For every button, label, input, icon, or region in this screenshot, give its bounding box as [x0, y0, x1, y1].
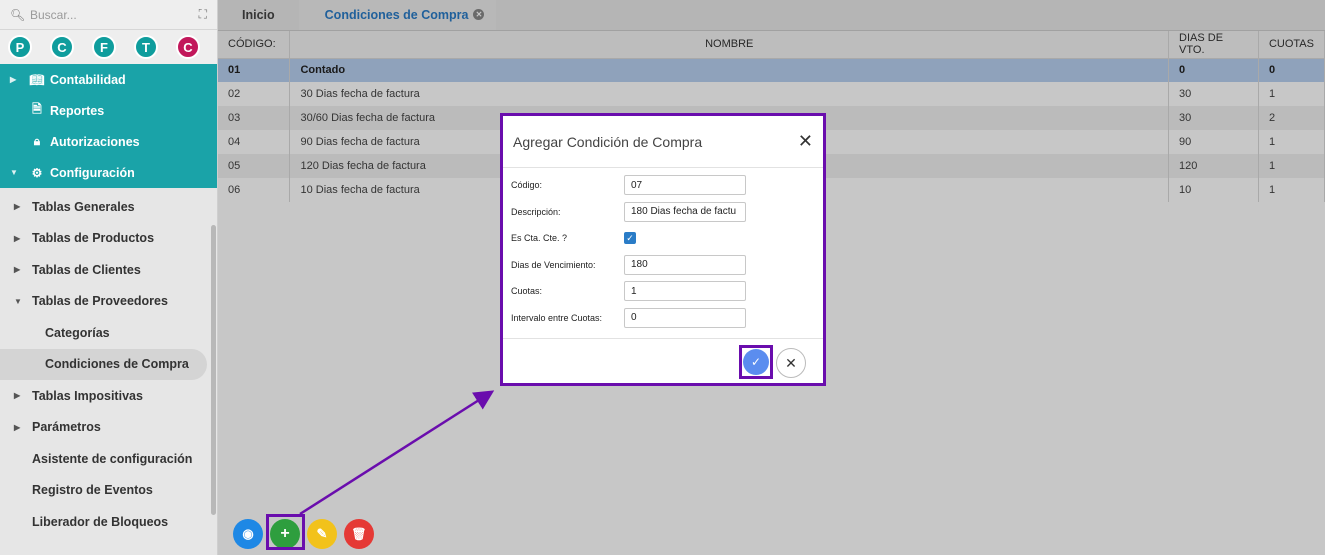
menu-categorias[interactable]: Categorías	[0, 317, 217, 349]
form-row-descripcion: Descripción:	[503, 199, 823, 226]
menu-label: Tablas de Proveedores	[32, 294, 168, 309]
menu-tablas-impositivas[interactable]: ▶ Tablas Impositivas	[0, 380, 217, 412]
form-row-codigo: Código:	[503, 172, 823, 199]
main-modules: ▶ 📖︎ Contabilidad 🗎 Reportes 🔒︎ Autoriza…	[0, 64, 217, 188]
menu-tablas-clientes[interactable]: ▶ Tablas de Clientes	[0, 254, 217, 286]
cta-cte-label: Es Cta. Cte. ?	[511, 233, 568, 244]
dias-label: Dias de Vencimiento:	[511, 259, 596, 270]
dialog-title: Agregar Condición de Compra	[513, 133, 703, 150]
codigo-label: Código:	[511, 180, 543, 191]
menu-label: Tablas de Productos	[32, 231, 155, 246]
intervalo-label: Intervalo entre Cuotas:	[511, 312, 603, 323]
chevron-right-icon: ▶	[14, 391, 21, 401]
check-icon: ✓	[743, 349, 769, 375]
descripcion-label: Descripción:	[511, 206, 561, 217]
menu-tablas-proveedores[interactable]: ▼ Tablas de Proveedores	[0, 286, 217, 318]
chevron-down-icon: ▼	[10, 168, 18, 177]
book-icon: 📖︎	[29, 72, 45, 87]
menu-label: Condiciones de Compra	[45, 357, 189, 372]
delete-button[interactable]: 🗑︎	[344, 519, 374, 549]
sidebar: 🔍︎ Buscar... ⛶ P C F T C ▶ 📖︎ Contabilid…	[0, 0, 218, 555]
chevron-down-icon: ▼	[14, 296, 22, 306]
menu-label: Asistente de configuración	[32, 451, 193, 466]
sidebar-item-label: Autorizaciones	[50, 134, 140, 149]
pencil-icon: ✎	[316, 526, 328, 541]
dialog-header: Agregar Condición de Compra ✕	[503, 116, 823, 168]
confirm-button[interactable]: ✓	[739, 345, 773, 379]
search-icon: 🔍︎	[10, 7, 26, 22]
menu-label: Tablas Generales	[32, 199, 135, 214]
dias-field[interactable]	[624, 254, 746, 275]
descripcion-field[interactable]	[624, 201, 746, 222]
cta-cte-checkbox[interactable]: ✓	[624, 232, 636, 245]
sidebar-item-configuracion[interactable]: ▼ ⚙︎ Configuración	[0, 157, 217, 188]
quick-access-avatars: P C F T C	[0, 30, 217, 64]
cuotas-field[interactable]	[624, 281, 746, 302]
edit-button[interactable]: ✎	[307, 519, 337, 549]
gear-icon: ⚙︎	[31, 165, 43, 180]
lock-icon: 🔒︎	[33, 134, 41, 148]
fullscreen-icon[interactable]: ⛶	[199, 7, 207, 22]
menu-label: Tablas de Clientes	[32, 262, 141, 277]
avatar-t[interactable]: T	[134, 35, 158, 59]
form-row-dias: Dias de Vencimiento:	[503, 252, 823, 279]
config-submenu: ▶ Tablas Generales ▶ Tablas de Productos ▶…	[0, 188, 217, 538]
intervalo-field[interactable]	[624, 307, 746, 328]
menu-parametros[interactable]: ▶ Parámetros	[0, 412, 217, 444]
menu-tablas-generales[interactable]: ▶ Tablas Generales	[0, 191, 217, 223]
sidebar-scrollbar[interactable]	[211, 225, 216, 515]
menu-label: Registro de Eventos	[32, 483, 153, 498]
avatar-c-user[interactable]: C	[176, 35, 200, 59]
sidebar-item-reportes[interactable]: 🗎 Reportes	[0, 95, 217, 126]
search-input[interactable]: Buscar...	[30, 8, 199, 22]
sidebar-item-contabilidad[interactable]: ▶ 📖︎ Contabilidad	[0, 64, 217, 95]
menu-tablas-productos[interactable]: ▶ Tablas de Productos	[0, 223, 217, 255]
chevron-right-icon: ▶	[14, 233, 21, 243]
menu-label: Categorías	[45, 325, 110, 340]
menu-label: Liberador de Bloqueos	[32, 514, 169, 529]
view-button[interactable]: ◉	[233, 519, 263, 549]
avatar-p[interactable]: P	[8, 35, 32, 59]
avatar-c[interactable]: C	[50, 35, 74, 59]
form-row-intervalo: Intervalo entre Cuotas:	[503, 305, 823, 332]
avatar-f[interactable]: F	[92, 35, 116, 59]
chevron-right-icon: ▶	[14, 265, 21, 275]
form-row-cuotas: Cuotas:	[503, 278, 823, 305]
trash-icon: 🗑︎	[351, 527, 367, 541]
chevron-right-icon: ▶	[10, 75, 17, 84]
close-icon[interactable]: ✕	[798, 131, 813, 152]
menu-registro-eventos[interactable]: Registro de Eventos	[0, 475, 217, 507]
menu-label: Parámetros	[32, 420, 101, 435]
cuotas-label: Cuotas:	[511, 286, 543, 297]
form-row-cta-cte: Es Cta. Cte. ? ✓	[503, 225, 823, 252]
chevron-right-icon: ▶	[14, 422, 21, 432]
sidebar-item-label: Reportes	[50, 103, 105, 118]
codigo-field[interactable]	[624, 175, 746, 196]
add-condition-dialog: Agregar Condición de Compra ✕ Código: De…	[500, 113, 826, 386]
chevron-right-icon: ▶	[14, 202, 21, 212]
menu-condiciones-compra[interactable]: Condiciones de Compra	[0, 348, 207, 380]
add-button-highlight	[266, 514, 305, 550]
cancel-button[interactable]: ✕	[776, 348, 806, 378]
menu-label: Tablas Impositivas	[32, 388, 143, 403]
report-icon: 🗎	[32, 102, 42, 116]
dialog-footer: ✓ ✕	[503, 338, 823, 383]
sidebar-item-label: Contabilidad	[50, 72, 126, 87]
dialog-form: Código: Descripción: Es Cta. Cte. ? ✓ Di…	[503, 168, 823, 331]
menu-asistente[interactable]: Asistente de configuración	[0, 443, 217, 475]
sidebar-search[interactable]: 🔍︎ Buscar... ⛶	[0, 0, 217, 30]
sidebar-item-autorizaciones[interactable]: 🔒︎ Autorizaciones	[0, 126, 217, 157]
sidebar-item-label: Configuración	[50, 165, 135, 180]
close-icon: ✕	[785, 354, 797, 371]
menu-liberador-bloqueos[interactable]: Liberador de Bloqueos	[0, 506, 217, 538]
eye-icon: ◉	[242, 526, 254, 541]
